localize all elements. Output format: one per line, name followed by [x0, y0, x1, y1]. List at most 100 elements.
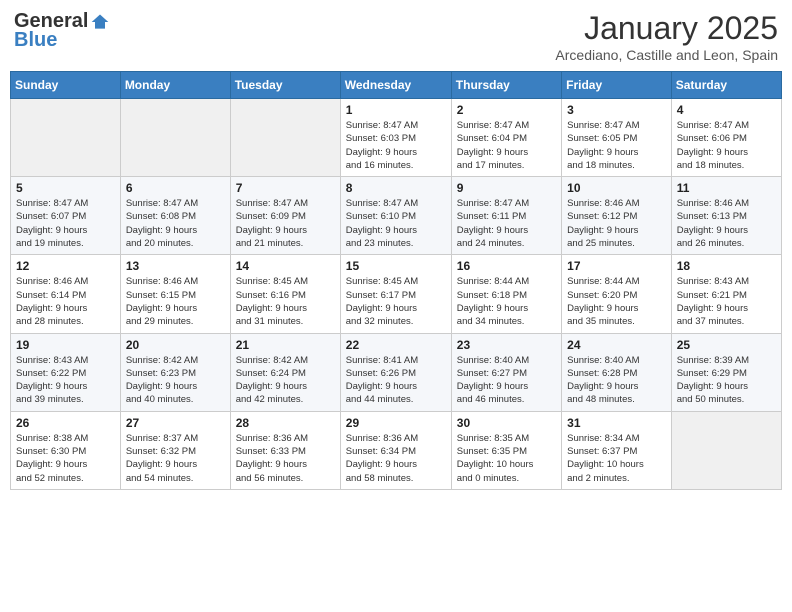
page-header: General Blue January 2025 Arcediano, Cas…	[10, 10, 782, 63]
calendar-day-15: 15Sunrise: 8:45 AM Sunset: 6:17 PM Dayli…	[340, 255, 451, 333]
calendar-day-6: 6 Sunrise: 8:47 AM Sunset: 6:08 PM Daylig…	[120, 177, 230, 255]
day-number: 23	[457, 338, 556, 352]
day-info: Sunrise: 8:41 AM Sunset: 6:26 PM Dayligh…	[346, 354, 446, 407]
day-number: 11	[677, 181, 776, 195]
calendar-week-row: 1 Sunrise: 8:47 AM Sunset: 6:03 PM Daylig…	[11, 99, 782, 177]
day-info: Sunrise: 8:44 AM Sunset: 6:18 PM Dayligh…	[457, 275, 556, 328]
day-number: 10	[567, 181, 666, 195]
day-number: 6	[126, 181, 225, 195]
day-info: Sunrise: 8:45 AM Sunset: 6:16 PM Dayligh…	[236, 275, 335, 328]
day-number: 17	[567, 259, 666, 273]
calendar-empty-cell	[11, 99, 121, 177]
calendar-day-25: 25 Sunrise: 8:39 AM Sunset: 6:29 PM Dayli…	[671, 333, 781, 411]
day-number: 31	[567, 416, 666, 430]
calendar-day-20: 20 Sunrise: 8:42 AM Sunset: 6:23 PM Dayli…	[120, 333, 230, 411]
calendar-day-19: 19 Sunrise: 8:43 AM Sunset: 6:22 PM Dayli…	[11, 333, 121, 411]
day-info: Sunrise: 8:40 AM Sunset: 6:27 PM Dayligh…	[457, 354, 556, 407]
day-number: 7	[236, 181, 335, 195]
calendar-day-13: 13Sunrise: 8:46 AM Sunset: 6:15 PM Dayli…	[120, 255, 230, 333]
day-number: 30	[457, 416, 556, 430]
day-number: 2	[457, 103, 556, 117]
day-info: Sunrise: 8:47 AM Sunset: 6:03 PM Dayligh…	[346, 119, 446, 172]
day-number: 25	[677, 338, 776, 352]
calendar-day-16: 16 Sunrise: 8:44 AM Sunset: 6:18 PM Dayli…	[451, 255, 561, 333]
calendar-day-4: 4 Sunrise: 8:47 AM Sunset: 6:06 PM Daylig…	[671, 99, 781, 177]
calendar-empty-cell	[671, 411, 781, 489]
day-number: 3	[567, 103, 666, 117]
weekday-header-row: SundayMondayTuesdayWednesdayThursdayFrid…	[11, 72, 782, 99]
weekday-header-monday: Monday	[120, 72, 230, 99]
calendar-day-14: 14 Sunrise: 8:45 AM Sunset: 6:16 PM Dayli…	[230, 255, 340, 333]
logo-icon	[90, 12, 110, 32]
calendar-day-30: 30 Sunrise: 8:35 AM Sunset: 6:35 PM Dayli…	[451, 411, 561, 489]
day-number: 29	[346, 416, 446, 430]
day-info: Sunrise: 8:47 AM Sunset: 6:10 PM Dayligh…	[346, 197, 446, 250]
day-number: 27	[126, 416, 225, 430]
day-info: Sunrise: 8:43 AM Sunset: 6:22 PM Dayligh…	[16, 354, 115, 407]
day-number: 28	[236, 416, 335, 430]
day-number: 14	[236, 259, 335, 273]
calendar-day-7: 7 Sunrise: 8:47 AM Sunset: 6:09 PM Daylig…	[230, 177, 340, 255]
day-info: Sunrise: 8:46 AM Sunset: 6:13 PM Dayligh…	[677, 197, 776, 250]
day-number: 8	[346, 181, 446, 195]
logo: General Blue	[14, 10, 110, 52]
day-info: Sunrise: 8:46 AM Sunset: 6:14 PM Dayligh…	[16, 275, 115, 328]
location-title: Arcediano, Castille and Leon, Spain	[555, 47, 778, 63]
day-info: Sunrise: 8:43 AM Sunset: 6:21 PM Dayligh…	[677, 275, 776, 328]
calendar-day-27: 27 Sunrise: 8:37 AM Sunset: 6:32 PM Dayli…	[120, 411, 230, 489]
day-number: 19	[16, 338, 115, 352]
day-number: 16	[457, 259, 556, 273]
calendar-week-row: 19 Sunrise: 8:43 AM Sunset: 6:22 PM Dayli…	[11, 333, 782, 411]
day-info: Sunrise: 8:47 AM Sunset: 6:09 PM Dayligh…	[236, 197, 335, 250]
calendar-day-5: 5 Sunrise: 8:47 AM Sunset: 6:07 PM Daylig…	[11, 177, 121, 255]
day-info: Sunrise: 8:47 AM Sunset: 6:06 PM Dayligh…	[677, 119, 776, 172]
day-info: Sunrise: 8:35 AM Sunset: 6:35 PM Dayligh…	[457, 432, 556, 485]
day-info: Sunrise: 8:36 AM Sunset: 6:33 PM Dayligh…	[236, 432, 335, 485]
weekday-header-tuesday: Tuesday	[230, 72, 340, 99]
calendar-empty-cell	[230, 99, 340, 177]
day-info: Sunrise: 8:39 AM Sunset: 6:29 PM Dayligh…	[677, 354, 776, 407]
day-info: Sunrise: 8:44 AM Sunset: 6:20 PM Dayligh…	[567, 275, 666, 328]
day-info: Sunrise: 8:45 AM Sunset: 6:17 PM Dayligh…	[346, 275, 446, 328]
day-info: Sunrise: 8:46 AM Sunset: 6:15 PM Dayligh…	[126, 275, 225, 328]
weekday-header-friday: Friday	[562, 72, 672, 99]
calendar-week-row: 26Sunrise: 8:38 AM Sunset: 6:30 PM Dayli…	[11, 411, 782, 489]
calendar-day-24: 24 Sunrise: 8:40 AM Sunset: 6:28 PM Dayli…	[562, 333, 672, 411]
calendar-day-8: 8 Sunrise: 8:47 AM Sunset: 6:10 PM Daylig…	[340, 177, 451, 255]
day-info: Sunrise: 8:47 AM Sunset: 6:11 PM Dayligh…	[457, 197, 556, 250]
day-number: 12	[16, 259, 115, 273]
day-info: Sunrise: 8:47 AM Sunset: 6:05 PM Dayligh…	[567, 119, 666, 172]
calendar-day-17: 17 Sunrise: 8:44 AM Sunset: 6:20 PM Dayli…	[562, 255, 672, 333]
day-info: Sunrise: 8:37 AM Sunset: 6:32 PM Dayligh…	[126, 432, 225, 485]
day-number: 5	[16, 181, 115, 195]
day-number: 22	[346, 338, 446, 352]
weekday-header-sunday: Sunday	[11, 72, 121, 99]
day-info: Sunrise: 8:40 AM Sunset: 6:28 PM Dayligh…	[567, 354, 666, 407]
calendar-day-18: 18Sunrise: 8:43 AM Sunset: 6:21 PM Dayli…	[671, 255, 781, 333]
day-info: Sunrise: 8:47 AM Sunset: 6:08 PM Dayligh…	[126, 197, 225, 250]
weekday-header-saturday: Saturday	[671, 72, 781, 99]
calendar-day-22: 22 Sunrise: 8:41 AM Sunset: 6:26 PM Dayli…	[340, 333, 451, 411]
day-number: 26	[16, 416, 115, 430]
day-info: Sunrise: 8:42 AM Sunset: 6:23 PM Dayligh…	[126, 354, 225, 407]
calendar-week-row: 5 Sunrise: 8:47 AM Sunset: 6:07 PM Daylig…	[11, 177, 782, 255]
calendar-day-28: 28 Sunrise: 8:36 AM Sunset: 6:33 PM Dayli…	[230, 411, 340, 489]
day-number: 4	[677, 103, 776, 117]
day-number: 20	[126, 338, 225, 352]
calendar-day-1: 1 Sunrise: 8:47 AM Sunset: 6:03 PM Daylig…	[340, 99, 451, 177]
logo-blue-text: Blue	[14, 29, 57, 52]
month-title: January 2025	[555, 10, 778, 47]
calendar-day-26: 26Sunrise: 8:38 AM Sunset: 6:30 PM Dayli…	[11, 411, 121, 489]
calendar-week-row: 12 Sunrise: 8:46 AM Sunset: 6:14 PM Dayli…	[11, 255, 782, 333]
calendar-day-9: 9 Sunrise: 8:47 AM Sunset: 6:11 PM Daylig…	[451, 177, 561, 255]
day-number: 1	[346, 103, 446, 117]
day-number: 9	[457, 181, 556, 195]
day-info: Sunrise: 8:47 AM Sunset: 6:04 PM Dayligh…	[457, 119, 556, 172]
day-info: Sunrise: 8:47 AM Sunset: 6:07 PM Dayligh…	[16, 197, 115, 250]
title-section: January 2025 Arcediano, Castille and Leo…	[555, 10, 778, 63]
weekday-header-thursday: Thursday	[451, 72, 561, 99]
calendar-day-12: 12 Sunrise: 8:46 AM Sunset: 6:14 PM Dayli…	[11, 255, 121, 333]
calendar-table: SundayMondayTuesdayWednesdayThursdayFrid…	[10, 71, 782, 490]
calendar-day-23: 23 Sunrise: 8:40 AM Sunset: 6:27 PM Dayli…	[451, 333, 561, 411]
day-number: 24	[567, 338, 666, 352]
